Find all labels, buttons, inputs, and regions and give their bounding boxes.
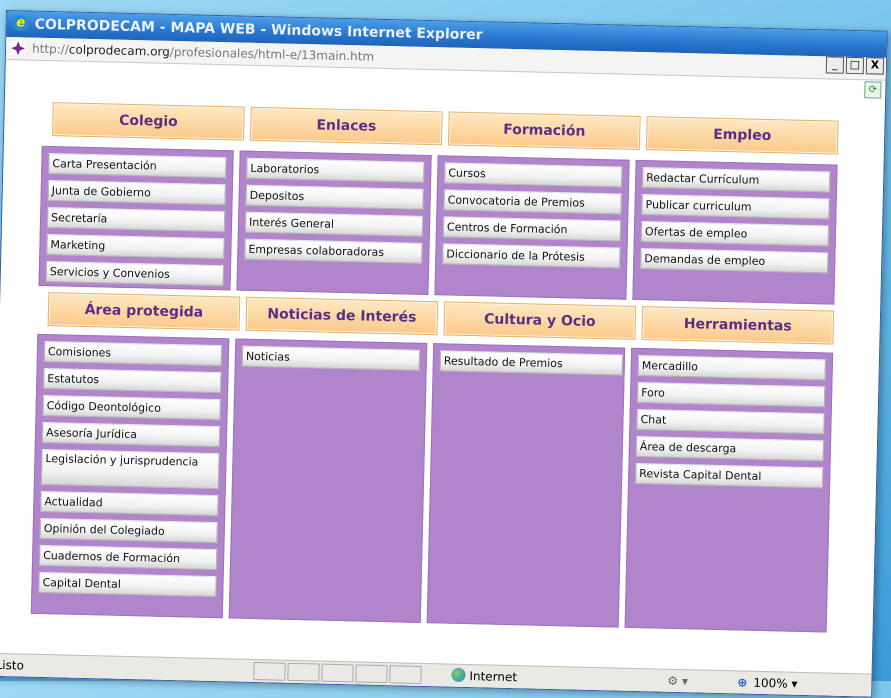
header-colegio[interactable]: Colegio <box>52 102 245 141</box>
header-cultura[interactable]: Cultura y Ocio <box>443 301 637 340</box>
header-enlaces[interactable]: Enlaces <box>249 106 443 146</box>
menu-list-herramientas: Mercadillo Foro Chat Área de descarga Re… <box>635 354 826 494</box>
ie-logo-icon: e <box>12 15 29 32</box>
header-empleo[interactable]: Empleo <box>645 116 839 155</box>
url-path: /profesionales/html-e/13main.htm <box>169 44 375 64</box>
zoom-level: 100% <box>753 675 788 691</box>
menu-item[interactable]: Interés General <box>244 211 424 237</box>
menu-item[interactable]: Publicar curriculum <box>641 194 830 220</box>
menu-item[interactable]: Legislación y jurisprudencia <box>40 448 220 490</box>
menu-item[interactable]: Ofertas de empleo <box>640 221 830 247</box>
menu-item[interactable]: Depositos <box>245 184 424 210</box>
menu-item[interactable]: Mercadillo <box>637 354 826 381</box>
zone-label: Internet <box>469 669 518 685</box>
menu-list-area-protegida: Comisiones Estatutos Código Deontológico… <box>38 340 223 603</box>
menu-item[interactable]: Junta de Gobierno <box>47 180 226 206</box>
menu-item[interactable]: Opinión del Colegiado <box>39 517 218 544</box>
menu-item[interactable]: Código Deontológico <box>42 394 221 421</box>
menu-item[interactable]: Servicios y Convenios <box>45 261 225 287</box>
zoom-control[interactable]: ⊕ 100% ▾ <box>737 671 798 694</box>
menu-item[interactable]: Diccionario de la Prótesis <box>442 243 621 269</box>
status-cell <box>321 663 354 683</box>
menu-item[interactable]: Laboratorios <box>246 157 425 183</box>
panel-herramientas: Mercadillo Foro Chat Área de descarga Re… <box>624 347 834 633</box>
security-zone[interactable]: Internet <box>451 665 517 689</box>
menu-item[interactable]: Convocatoria de Premios <box>443 189 622 215</box>
protected-mode-icon[interactable]: ⚙ ▾ <box>667 670 688 692</box>
globe-icon <box>451 667 466 683</box>
menu-list-colegio: Carta Presentación Junta de Gobierno Sec… <box>45 153 227 292</box>
url-scheme: http:// <box>31 41 70 57</box>
menu-item[interactable]: Actualidad <box>40 490 219 517</box>
menu-item[interactable]: Comisiones <box>43 340 223 367</box>
minimize-button[interactable]: _ <box>825 56 845 74</box>
menu-item[interactable]: Marketing <box>46 234 225 260</box>
panel-noticias: Noticias <box>228 338 428 623</box>
menu-item[interactable]: Chat <box>636 408 825 435</box>
web-map-content: Colegio Enlaces Formación Empleo Carta P… <box>13 63 864 643</box>
menu-item[interactable]: Carta Presentación <box>48 153 227 179</box>
menu-item[interactable]: Foro <box>636 381 826 408</box>
header-formacion[interactable]: Formación <box>447 111 641 150</box>
menu-list-noticias: Noticias <box>241 345 421 377</box>
panel-enlaces: Laboratorios Depositos Interés General E… <box>236 150 432 296</box>
menu-item[interactable]: Demandas de empleo <box>640 248 829 274</box>
site-favicon-icon <box>10 41 26 56</box>
menu-item[interactable]: Resultado de Premios <box>439 350 624 376</box>
header-noticias[interactable]: Noticias de Interés <box>245 296 439 336</box>
menu-item[interactable]: Secretaría <box>46 207 226 233</box>
maximize-button[interactable]: □ <box>845 56 865 75</box>
status-cell <box>355 664 388 684</box>
panel-colegio: Carta Presentación Junta de Gobierno Sec… <box>38 145 234 292</box>
menu-list-cultura: Resultado de Premios <box>439 350 624 381</box>
zoom-icon: ⊕ <box>737 675 748 690</box>
header-herramientas[interactable]: Herramientas <box>641 306 835 345</box>
menu-list-formacion: Cursos Convocatoria de Premios Centros d… <box>442 162 623 274</box>
menu-item[interactable]: Noticias <box>241 345 421 371</box>
window-controls: _ □ X <box>825 56 885 77</box>
panel-formacion: Cursos Convocatoria de Premios Centros d… <box>434 155 630 300</box>
url-host: colprodecam.org <box>68 42 171 59</box>
menu-list-enlaces: Laboratorios Depositos Interés General E… <box>244 157 425 270</box>
panel-cultura: Resultado de Premios <box>426 343 626 628</box>
panel-empleo: Redactar Currículum Publicar curriculum … <box>632 159 838 305</box>
compatibility-view-icon[interactable]: ⟳ <box>864 81 882 99</box>
close-button[interactable]: X <box>865 57 885 75</box>
menu-item[interactable]: Redactar Currículum <box>641 167 831 193</box>
menu-item[interactable]: Área de descarga <box>635 435 825 462</box>
menu-item[interactable]: Cursos <box>444 162 623 188</box>
menu-item[interactable]: Capital Dental <box>38 571 217 598</box>
zoom-dropdown-icon[interactable]: ▾ <box>791 677 797 691</box>
status-cell <box>253 662 286 681</box>
status-cell <box>389 665 422 684</box>
header-area-protegida[interactable]: Área protegida <box>47 292 241 331</box>
menu-item[interactable]: Empresas colaboradoras <box>244 238 423 264</box>
browser-window: e COLPRODECAM - MAPA WEB - Windows Inter… <box>0 10 888 698</box>
status-cell <box>287 662 320 682</box>
status-bar: Listo Internet ⚙ ▾ ⊕ 100% ▾ <box>0 652 872 697</box>
panel-area-protegida: Comisiones Estatutos Código Deontológico… <box>30 333 230 619</box>
menu-item[interactable]: Centros de Formación <box>442 216 622 242</box>
menu-list-empleo: Redactar Currículum Publicar curriculum … <box>640 167 831 279</box>
menu-item[interactable]: Asesoría Jurídica <box>41 421 221 448</box>
menu-item[interactable]: Estatutos <box>43 367 222 394</box>
status-text: Listo <box>0 657 25 673</box>
menu-item[interactable]: Revista Capital Dental <box>635 462 824 489</box>
menu-item[interactable]: Cuadernos de Formación <box>38 544 218 571</box>
